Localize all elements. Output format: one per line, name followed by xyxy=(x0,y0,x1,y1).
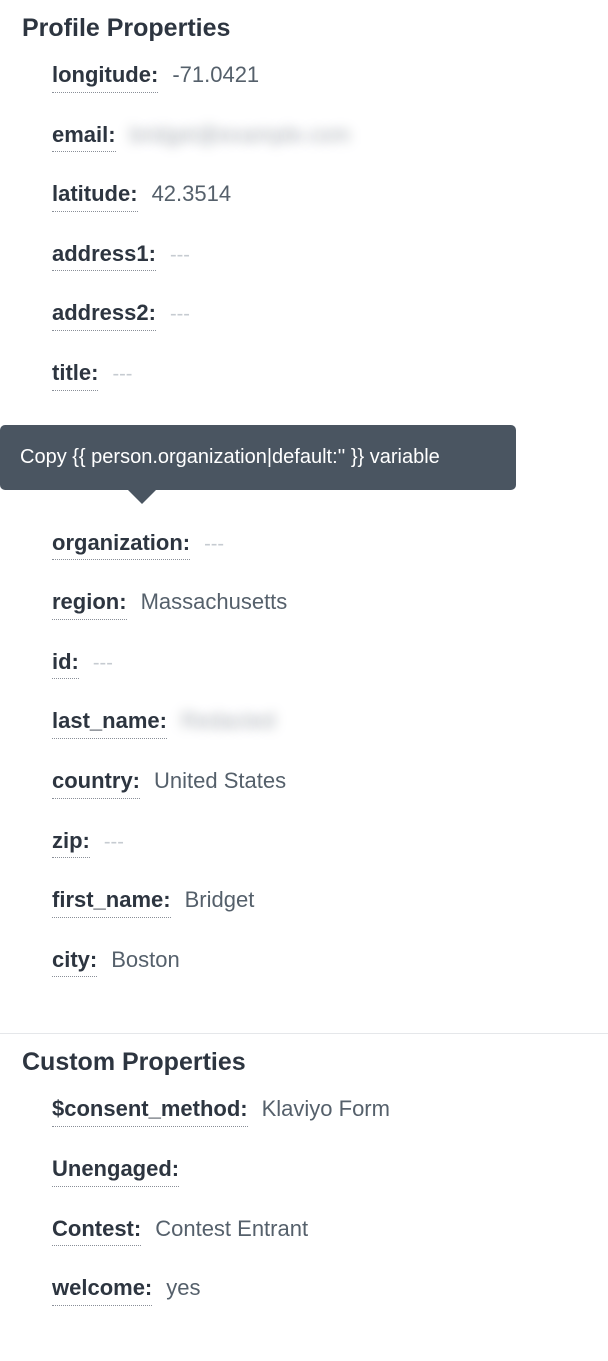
property-value-title: --- xyxy=(112,361,132,387)
property-row-organization: organization: --- xyxy=(52,529,586,561)
property-value-city: Boston xyxy=(111,946,180,975)
property-row-first-name: first_name: Bridget xyxy=(52,886,586,918)
property-row-region: region: Massachusetts xyxy=(52,588,586,620)
profile-properties-section: Profile Properties longitude: -71.0421 e… xyxy=(0,0,608,1025)
property-row-address2: address2: --- xyxy=(52,299,586,331)
property-label-email[interactable]: email: xyxy=(52,121,116,153)
property-value-consent-method: Klaviyo Form xyxy=(262,1095,390,1124)
property-label-id[interactable]: id: xyxy=(52,648,79,680)
property-row-email: email: bridget@example.com xyxy=(52,121,586,153)
property-row-city: city: Boston xyxy=(52,946,586,978)
property-value-country: United States xyxy=(154,767,286,796)
property-label-first-name[interactable]: first_name: xyxy=(52,886,171,918)
property-value-contest: Contest Entrant xyxy=(155,1215,308,1244)
property-row-title: title: --- xyxy=(52,359,586,391)
property-row-longitude: longitude: -71.0421 xyxy=(52,61,586,93)
property-label-contest[interactable]: Contest: xyxy=(52,1215,141,1247)
property-label-title[interactable]: title: xyxy=(52,359,98,391)
property-label-longitude[interactable]: longitude: xyxy=(52,61,158,93)
property-row-latitude: latitude: 42.3514 xyxy=(52,180,586,212)
property-row-welcome: welcome: yes xyxy=(52,1274,586,1306)
property-label-organization[interactable]: organization: xyxy=(52,529,190,561)
property-value-email: bridget@example.com xyxy=(130,121,350,150)
property-value-latitude: 42.3514 xyxy=(152,180,232,209)
property-row-zip: zip: --- xyxy=(52,827,586,859)
property-label-address1[interactable]: address1: xyxy=(52,240,156,272)
property-label-latitude[interactable]: latitude: xyxy=(52,180,138,212)
property-value-zip: --- xyxy=(104,829,124,855)
copy-variable-tooltip[interactable]: Copy {{ person.organization|default:'' }… xyxy=(0,425,516,490)
property-label-consent-method[interactable]: $consent_method: xyxy=(52,1095,248,1127)
property-value-id: --- xyxy=(93,650,113,676)
custom-properties-title: Custom Properties xyxy=(22,1048,586,1077)
property-value-region: Massachusetts xyxy=(141,588,288,617)
property-label-last-name[interactable]: last_name: xyxy=(52,707,167,739)
property-label-zip[interactable]: zip: xyxy=(52,827,90,859)
tooltip-text: Copy {{ person.organization|default:'' }… xyxy=(20,446,440,468)
property-row-unengaged: Unengaged: xyxy=(52,1155,586,1187)
property-label-welcome[interactable]: welcome: xyxy=(52,1274,152,1306)
property-value-longitude: -71.0421 xyxy=(172,61,259,90)
property-label-unengaged[interactable]: Unengaged: xyxy=(52,1155,179,1187)
property-row-country: country: United States xyxy=(52,767,586,799)
property-row-contest: Contest: Contest Entrant xyxy=(52,1215,586,1247)
property-label-city[interactable]: city: xyxy=(52,946,97,978)
property-label-country[interactable]: country: xyxy=(52,767,140,799)
property-value-organization: --- xyxy=(204,531,224,557)
property-value-welcome: yes xyxy=(166,1274,200,1303)
property-row-address1: address1: --- xyxy=(52,240,586,272)
custom-properties-section: Custom Properties $consent_method: Klavi… xyxy=(0,1034,608,1353)
property-value-last-name: Redacted xyxy=(181,707,275,736)
property-value-address2: --- xyxy=(170,301,190,327)
property-row-last-name: last_name: Redacted xyxy=(52,707,586,739)
property-label-region[interactable]: region: xyxy=(52,588,127,620)
profile-properties-title: Profile Properties xyxy=(22,14,586,43)
property-value-first-name: Bridget xyxy=(185,886,255,915)
property-row-consent-method: $consent_method: Klaviyo Form xyxy=(52,1095,586,1127)
property-label-address2[interactable]: address2: xyxy=(52,299,156,331)
property-value-address1: --- xyxy=(170,242,190,268)
property-row-id: id: --- xyxy=(52,648,586,680)
